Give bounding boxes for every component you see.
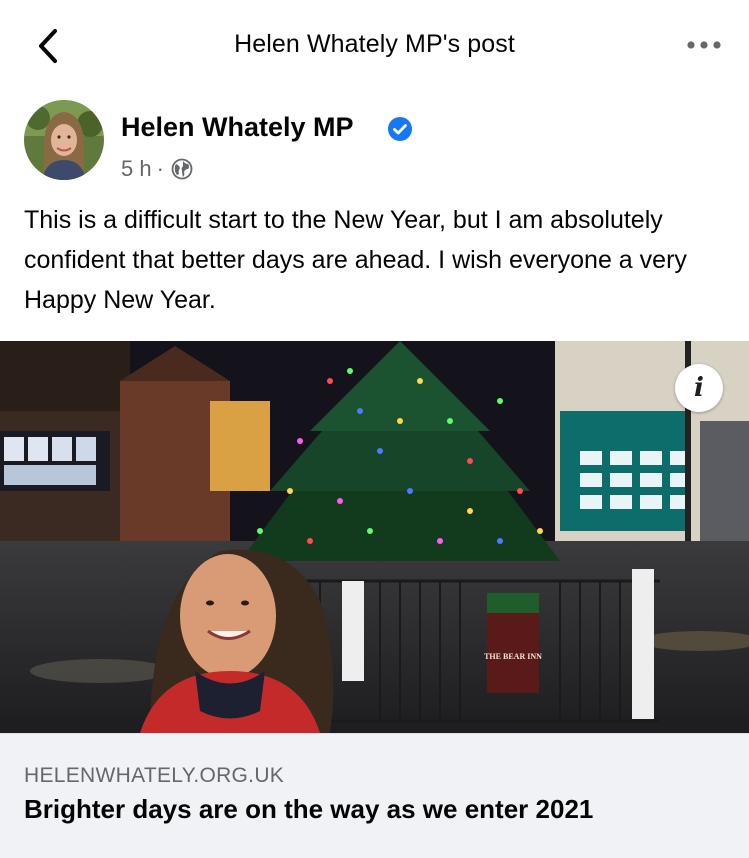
globe-icon — [171, 158, 193, 180]
post-body-text: This is a difficult start to the New Yea… — [24, 206, 687, 314]
avatar[interactable] — [24, 100, 104, 180]
link-preview-image[interactable]: THE BEAR INN i — [0, 341, 749, 733]
post-author-row: Helen Whately MP 5 h · — [24, 100, 724, 184]
more-options-button[interactable] — [679, 30, 729, 60]
link-domain: HELENWHATELY.ORG.UK — [24, 764, 285, 787]
verified-badge-icon — [388, 117, 412, 141]
meta-separator: · — [156, 156, 164, 181]
link-preview-meta: HELENWHATELY.ORG.UK Brighter days are on… — [0, 733, 749, 858]
page-title: Helen Whately MP's post — [234, 30, 515, 58]
top-bar: Helen Whately MP's post — [0, 0, 749, 92]
link-preview-card[interactable]: THE BEAR INN i HELENWHATELY.ORG.UK Brigh… — [0, 341, 749, 858]
post-meta: 5 h · — [121, 156, 193, 182]
link-title[interactable]: Brighter days are on the way as we enter… — [24, 794, 593, 825]
post-timestamp[interactable]: 5 h — [121, 156, 152, 182]
inn-sign-text: THE BEAR INN — [484, 652, 542, 661]
author-name[interactable]: Helen Whately MP — [121, 112, 354, 143]
info-button[interactable]: i — [675, 364, 723, 412]
more-horizontal-icon — [687, 41, 721, 49]
